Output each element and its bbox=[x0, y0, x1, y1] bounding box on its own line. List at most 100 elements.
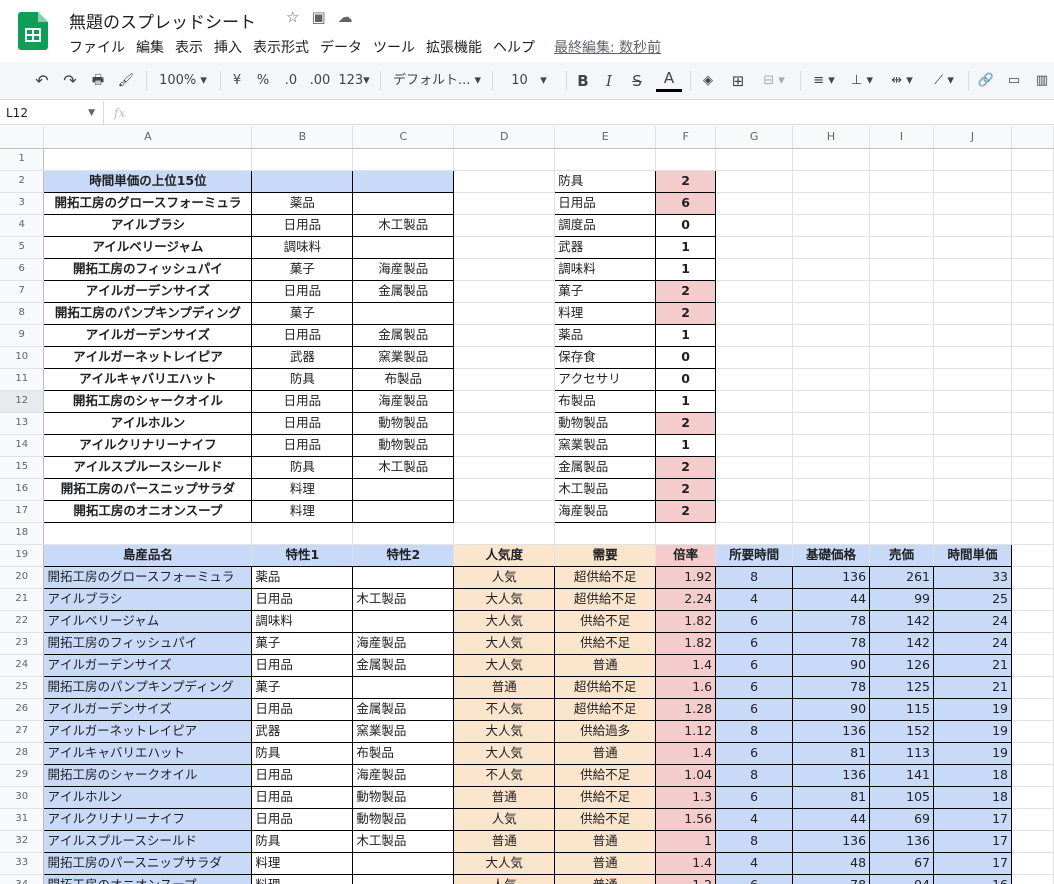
cell-k15[interactable] bbox=[1011, 456, 1054, 479]
cell-e24[interactable]: 普通 bbox=[554, 654, 657, 677]
cell-b23[interactable]: 菓子 bbox=[251, 632, 354, 655]
cell-c20[interactable] bbox=[352, 566, 455, 589]
cell-b24[interactable]: 日用品 bbox=[251, 654, 354, 677]
cell-e27[interactable]: 供給過多 bbox=[554, 720, 657, 743]
cell-i1[interactable] bbox=[869, 148, 934, 171]
cell-b14[interactable]: 日用品 bbox=[251, 434, 354, 457]
cell-d14[interactable] bbox=[453, 434, 556, 457]
column-header-j[interactable]: J bbox=[933, 126, 1012, 149]
cell-a3[interactable]: 開拓工房のグロースフォーミュラ bbox=[43, 192, 253, 215]
cell-h5[interactable] bbox=[792, 236, 871, 259]
cell-c21[interactable]: 木工製品 bbox=[352, 588, 455, 611]
cell-k14[interactable] bbox=[1011, 434, 1054, 457]
cell-h9[interactable] bbox=[792, 324, 871, 347]
cell-b7[interactable]: 日用品 bbox=[251, 280, 354, 303]
cell-b19[interactable]: 特性1 bbox=[251, 543, 354, 567]
cell-g21[interactable]: 4 bbox=[715, 588, 794, 611]
cell-a5[interactable]: アイルベリージャム bbox=[43, 236, 253, 259]
cell-b3[interactable]: 薬品 bbox=[251, 192, 354, 215]
cell-j12[interactable] bbox=[933, 390, 1012, 413]
cell-c25[interactable] bbox=[352, 676, 455, 699]
menu-insert[interactable]: 挿入 bbox=[214, 37, 242, 57]
cell-b30[interactable]: 日用品 bbox=[251, 786, 354, 809]
vertical-align-icon[interactable]: ⊥ ▾ bbox=[844, 62, 880, 100]
cell-c7[interactable]: 金属製品 bbox=[352, 280, 455, 303]
cell-g28[interactable]: 6 bbox=[715, 742, 794, 765]
cell-c32[interactable]: 木工製品 bbox=[352, 830, 455, 853]
cell-k32[interactable] bbox=[1011, 830, 1054, 853]
cell-c12[interactable]: 海産製品 bbox=[352, 390, 455, 413]
cell-g13[interactable] bbox=[715, 412, 794, 435]
cell-g33[interactable]: 4 bbox=[715, 852, 794, 875]
cell-e10[interactable]: 保存食 bbox=[554, 346, 657, 369]
cell-j8[interactable] bbox=[933, 302, 1012, 325]
sheets-logo-icon[interactable] bbox=[18, 12, 48, 50]
cell-f9[interactable]: 1 bbox=[655, 324, 717, 347]
cell-j1[interactable] bbox=[933, 148, 1012, 171]
cell-f5[interactable]: 1 bbox=[655, 236, 717, 259]
cell-e12[interactable]: 布製品 bbox=[554, 390, 657, 413]
cell-f21[interactable]: 2.24 bbox=[655, 588, 717, 611]
row-header-22[interactable]: 22 bbox=[0, 610, 45, 633]
cell-f4[interactable]: 0 bbox=[655, 214, 717, 237]
cell-g25[interactable]: 6 bbox=[715, 676, 794, 699]
menu-data[interactable]: データ bbox=[320, 37, 362, 57]
cell-a6[interactable]: 開拓工房のフィッシュパイ bbox=[43, 258, 253, 281]
cell-d18[interactable] bbox=[453, 522, 556, 545]
cell-k20[interactable] bbox=[1011, 566, 1054, 589]
cell-h22[interactable]: 78 bbox=[792, 610, 871, 633]
cell-i24[interactable]: 126 bbox=[869, 654, 934, 677]
cell-k6[interactable] bbox=[1011, 258, 1054, 281]
cell-a25[interactable]: 開拓工房のパンプキンプディング bbox=[43, 676, 253, 699]
cell-a22[interactable]: アイルベリージャム bbox=[43, 610, 253, 633]
cell-c6[interactable]: 海産製品 bbox=[352, 258, 455, 281]
cell-f22[interactable]: 1.82 bbox=[655, 610, 717, 633]
menu-file[interactable]: ファイル bbox=[69, 37, 125, 57]
cell-g26[interactable]: 6 bbox=[715, 698, 794, 721]
cell-c30[interactable]: 動物製品 bbox=[352, 786, 455, 809]
cell-j9[interactable] bbox=[933, 324, 1012, 347]
cell-k9[interactable] bbox=[1011, 324, 1054, 347]
row-header-30[interactable]: 30 bbox=[0, 786, 45, 809]
cell-c33[interactable] bbox=[352, 852, 455, 875]
row-header-4[interactable]: 4 bbox=[0, 214, 45, 237]
row-header-17[interactable]: 17 bbox=[0, 500, 45, 523]
text-wrap-icon[interactable]: ⇹ ▾ bbox=[884, 62, 920, 100]
cell-b33[interactable]: 料理 bbox=[251, 852, 354, 875]
cell-g22[interactable]: 6 bbox=[715, 610, 794, 633]
cell-g24[interactable]: 6 bbox=[715, 654, 794, 677]
cell-h18[interactable] bbox=[792, 522, 871, 545]
cell-d4[interactable] bbox=[453, 214, 556, 237]
column-header-c[interactable]: C bbox=[352, 126, 455, 149]
cell-f8[interactable]: 2 bbox=[655, 302, 717, 325]
row-header-5[interactable]: 5 bbox=[0, 236, 45, 259]
cell-c29[interactable]: 海産製品 bbox=[352, 764, 455, 787]
cell-d11[interactable] bbox=[453, 368, 556, 391]
row-header-12[interactable]: 12 bbox=[0, 390, 45, 413]
cell-e15[interactable]: 金属製品 bbox=[554, 456, 657, 479]
cell-g23[interactable]: 6 bbox=[715, 632, 794, 655]
cell-f10[interactable]: 0 bbox=[655, 346, 717, 369]
cell-i7[interactable] bbox=[869, 280, 934, 303]
row-header-1[interactable]: 1 bbox=[0, 148, 45, 171]
cell-e29[interactable]: 供給不足 bbox=[554, 764, 657, 787]
star-icon[interactable]: ☆ bbox=[286, 8, 299, 26]
cell-i23[interactable]: 142 bbox=[869, 632, 934, 655]
horizontal-align-icon[interactable]: ≡ ▾ bbox=[806, 62, 842, 100]
cell-g7[interactable] bbox=[715, 280, 794, 303]
cell-f23[interactable]: 1.82 bbox=[655, 632, 717, 655]
cell-i10[interactable] bbox=[869, 346, 934, 369]
cell-b25[interactable]: 菓子 bbox=[251, 676, 354, 699]
cell-k27[interactable] bbox=[1011, 720, 1054, 743]
cell-j30[interactable]: 18 bbox=[933, 786, 1012, 809]
cell-g19[interactable]: 所要時間 bbox=[715, 543, 794, 567]
cell-f16[interactable]: 2 bbox=[655, 478, 717, 501]
cell-d9[interactable] bbox=[453, 324, 556, 347]
cell-f27[interactable]: 1.12 bbox=[655, 720, 717, 743]
cell-h32[interactable]: 136 bbox=[792, 830, 871, 853]
cell-i32[interactable]: 136 bbox=[869, 830, 934, 853]
cell-d32[interactable]: 普通 bbox=[453, 830, 556, 853]
cell-a20[interactable]: 開拓工房のグロースフォーミュラ bbox=[43, 566, 253, 589]
cell-b8[interactable]: 菓子 bbox=[251, 302, 354, 325]
column-header-e[interactable]: E bbox=[554, 126, 657, 149]
